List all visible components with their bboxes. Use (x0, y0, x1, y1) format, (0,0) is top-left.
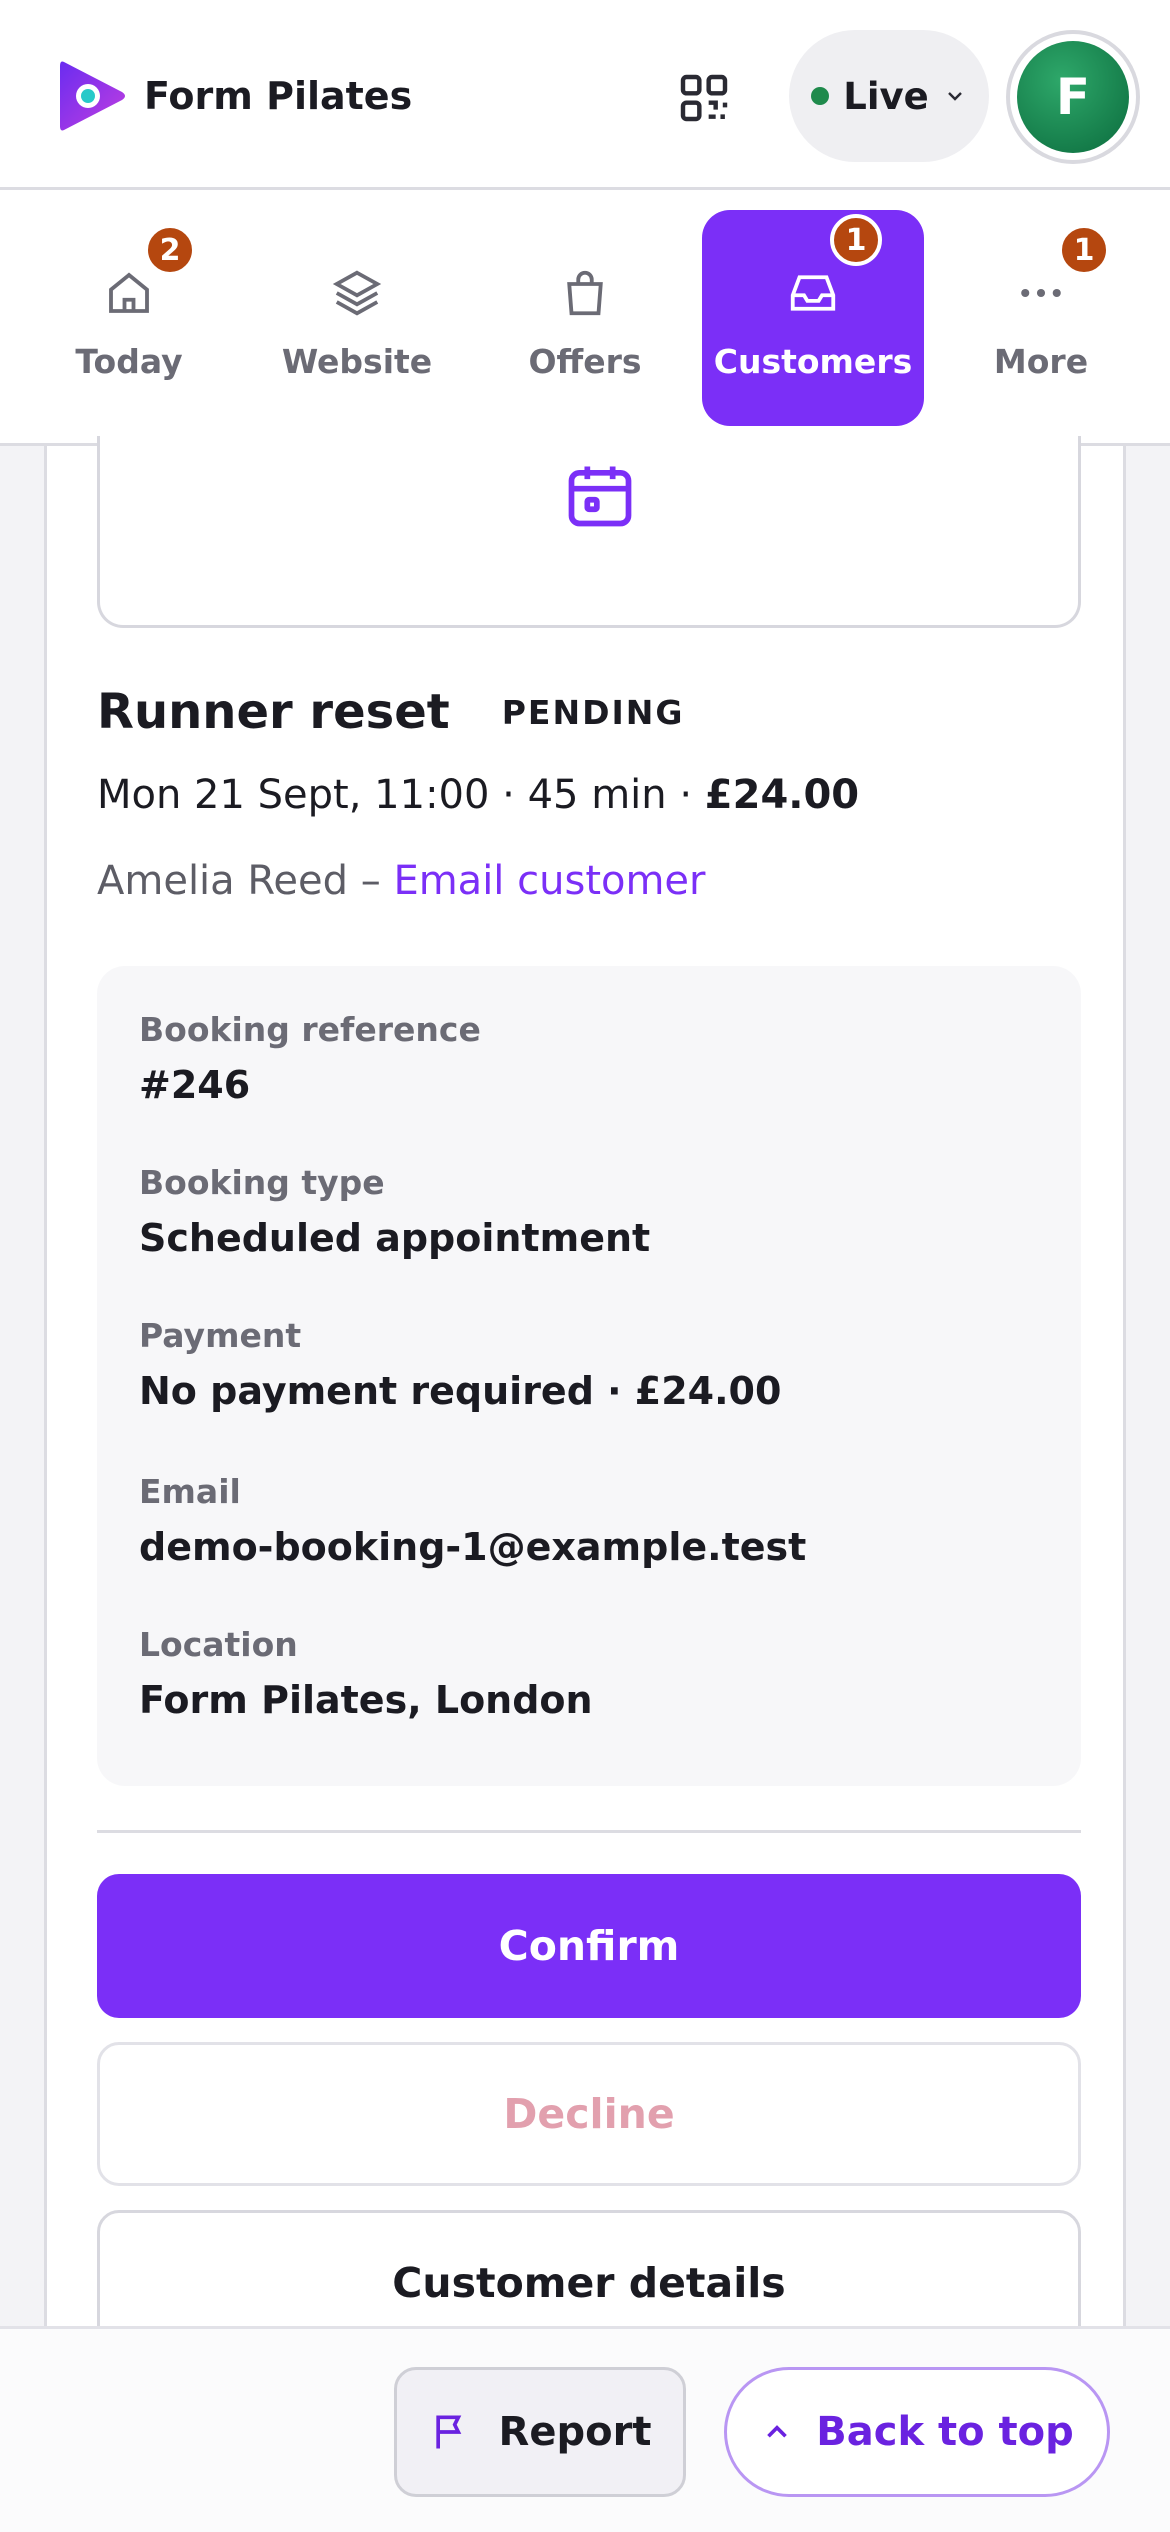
tab-label: Website (281, 342, 433, 381)
tab-more[interactable]: More 1 (930, 210, 1152, 426)
detail-booking-reference: Booking reference #246 (139, 1010, 481, 1107)
avatar: F (1017, 41, 1129, 153)
tab-today[interactable]: Today 2 (18, 210, 240, 426)
tab-offers[interactable]: Offers (474, 210, 696, 426)
detail-payment: Payment No payment required · £24.00 (139, 1316, 781, 1413)
status-badge: PENDING (501, 692, 685, 732)
detail-value: #246 (139, 1063, 251, 1107)
account-avatar-button[interactable]: F (1006, 30, 1140, 164)
booking-card: Runner reset PENDING Mon 21 Sept, 11:00 … (44, 436, 1126, 2370)
decline-button[interactable]: Decline (97, 2042, 1081, 2186)
booking-title-row: Runner reset PENDING (97, 684, 684, 740)
top-bar: Form Pilates Live F (0, 0, 1170, 190)
booking-title: Runner reset (97, 684, 450, 740)
shopping-bag-icon (567, 270, 603, 316)
report-label: Report (498, 2409, 652, 2455)
report-button[interactable]: Report (394, 2367, 686, 2497)
detail-label: Payment (139, 1316, 302, 1355)
detail-label: Booking type (139, 1163, 385, 1202)
detail-label: Booking reference (139, 1010, 481, 1049)
layers-icon (332, 270, 382, 316)
detail-location: Location Form Pilates, London (139, 1625, 593, 1722)
chevron-down-icon (947, 92, 962, 101)
detail-label: Location (139, 1625, 298, 1664)
tab-label: Today (75, 342, 183, 381)
inbox-icon (790, 275, 836, 311)
tab-label: Offers (528, 342, 642, 381)
notification-badge: 2 (144, 224, 196, 276)
brand[interactable]: Form Pilates (56, 56, 412, 136)
brand-name: Form Pilates (144, 74, 413, 118)
divider (97, 1830, 1081, 1833)
live-status-label: Live (843, 74, 929, 118)
detail-value: demo-booking-1@example.test (139, 1525, 807, 1569)
flag-icon (435, 2415, 461, 2449)
notification-badge: 1 (1058, 224, 1110, 276)
back-to-top-label: Back to top (816, 2409, 1074, 2455)
tab-customers[interactable]: Customers 1 (702, 210, 924, 426)
email-customer-link[interactable]: Email customer (393, 858, 705, 904)
more-dots-icon (1021, 288, 1061, 298)
live-dot-icon (811, 87, 830, 105)
main-nav-tabs: Today 2 Website Offers Customers 1 More … (0, 190, 1170, 446)
detail-email: Email demo-booking-1@example.test (139, 1472, 806, 1569)
live-status-dropdown[interactable]: Live (789, 30, 989, 162)
home-icon (109, 272, 149, 313)
calendar-icon (568, 466, 632, 527)
back-to-top-button[interactable]: Back to top (724, 2367, 1110, 2497)
qr-code-icon (680, 74, 728, 122)
booking-customer: Amelia Reed – Email customer (97, 858, 706, 904)
detail-label: Email (139, 1472, 241, 1511)
detail-booking-type: Booking type Scheduled appointment (139, 1163, 650, 1260)
booking-datetime: Mon 21 Sept, 11:00 · 45 min · £24.00 (97, 772, 859, 818)
booking-datetime-text: Mon 21 Sept, 11:00 · 45 min · (97, 772, 705, 818)
customer-separator: – (348, 858, 394, 904)
booking-price: £24.00 (704, 772, 860, 818)
tab-label: More (993, 342, 1089, 381)
detail-value: No payment required · £24.00 (139, 1369, 782, 1413)
notification-badge: 1 (830, 214, 882, 266)
detail-value: Scheduled appointment (139, 1216, 651, 1260)
bottom-action-bar: Report Back to top (0, 2326, 1170, 2532)
booking-image-placeholder (97, 436, 1081, 628)
tab-website[interactable]: Website (246, 210, 468, 426)
detail-value: Form Pilates, London (139, 1678, 593, 1722)
qr-code-button[interactable] (676, 70, 732, 126)
customer-name: Amelia Reed (97, 858, 348, 904)
brand-logo-icon (56, 56, 128, 136)
confirm-button[interactable]: Confirm (97, 1874, 1081, 2018)
chevron-up-icon (767, 2425, 788, 2438)
booking-details-panel: Booking reference #246 Booking type Sche… (97, 966, 1081, 1786)
tab-label: Customers (713, 342, 913, 381)
